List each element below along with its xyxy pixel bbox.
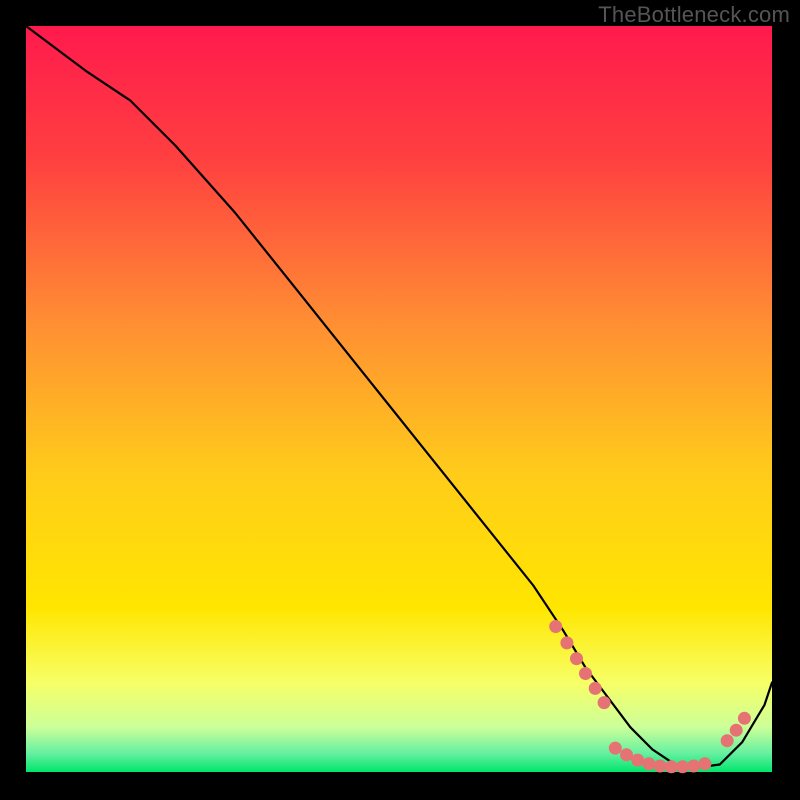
chart-frame: TheBottleneck.com [0, 0, 800, 800]
data-marker [579, 667, 592, 680]
data-marker [738, 712, 751, 725]
data-marker [549, 620, 562, 633]
data-marker [698, 757, 711, 770]
data-marker [620, 748, 633, 761]
data-marker [570, 652, 583, 665]
data-marker [654, 760, 667, 773]
data-marker [730, 724, 743, 737]
data-marker [721, 734, 734, 747]
data-marker [665, 760, 678, 773]
data-marker [687, 760, 700, 773]
chart-background-gradient [26, 26, 772, 772]
data-marker [589, 682, 602, 695]
data-marker [676, 760, 689, 773]
data-marker [642, 757, 655, 770]
data-marker [560, 636, 573, 649]
data-marker [631, 754, 644, 767]
data-marker [598, 696, 611, 709]
data-marker [609, 742, 622, 755]
bottleneck-chart [0, 0, 800, 800]
